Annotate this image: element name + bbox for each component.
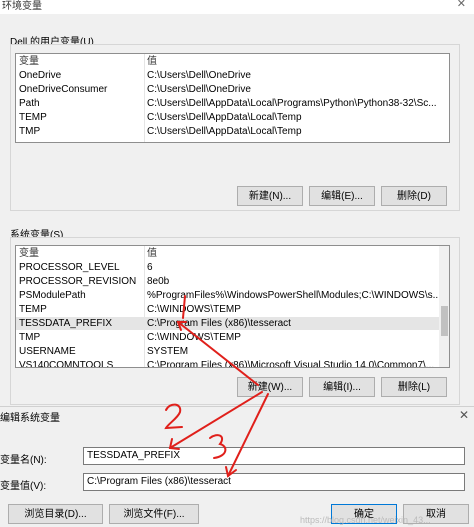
close-icon[interactable]: ✕ xyxy=(457,0,466,10)
table-row[interactable]: PSModulePath %ProgramFiles%\WindowsPower… xyxy=(16,289,441,302)
header-name[interactable]: 变量 xyxy=(19,247,144,260)
table-row[interactable]: PROCESSOR_REVISION 8e0b xyxy=(16,275,439,288)
row-value: 8e0b xyxy=(147,276,170,287)
row-name: PSModulePath xyxy=(19,290,86,301)
row-value: C:\Program Files (x86)\Microsoft Visual … xyxy=(147,360,435,368)
table-row[interactable]: TEMP C:\WINDOWS\TEMP xyxy=(16,303,439,316)
variable-value-label: 变量值(V): xyxy=(0,481,47,492)
table-row[interactable]: PROCESSOR_LEVEL 6 xyxy=(16,261,439,274)
variable-name-label: 变量名(N): xyxy=(0,455,47,466)
scrollbar-thumb[interactable] xyxy=(441,306,448,336)
row-name: Path xyxy=(19,98,40,109)
row-name: TESSDATA_PREFIX xyxy=(19,318,112,329)
row-value: C:\Users\Dell\OneDrive xyxy=(147,70,251,81)
user-delete-button[interactable]: 删除(D) xyxy=(381,186,447,206)
row-name: OneDrive xyxy=(19,70,62,81)
table-row[interactable]: VS140COMNTOOLS C:\Program Files (x86)\Mi… xyxy=(16,359,439,368)
header-value[interactable]: 值 xyxy=(147,55,447,68)
edit-variable-dialog: 编辑系统变量 ✕ 变量名(N): TESSDATA_PREFIX 变量值(V):… xyxy=(0,406,474,527)
row-name: TEMP xyxy=(19,112,47,123)
header-name[interactable]: 变量 xyxy=(19,55,144,68)
system-delete-button[interactable]: 删除(L) xyxy=(381,377,447,397)
row-value: C:\Users\Dell\OneDrive xyxy=(147,84,251,95)
row-name: TMP xyxy=(19,332,41,343)
browse-file-button[interactable]: 浏览文件(F)... xyxy=(109,504,199,524)
row-value: SYSTEM xyxy=(147,346,189,357)
row-name: USERNAME xyxy=(19,346,76,357)
row-name: TEMP xyxy=(19,304,47,315)
system-variables-list[interactable]: 变量 值 PROCESSOR_LEVEL 6 PROCESSOR_REVISIO… xyxy=(15,245,450,368)
watermark: https://blog.csdn.net/weixin_43... xyxy=(300,515,431,525)
table-row[interactable]: Path C:\Users\Dell\AppData\Local\Program… xyxy=(16,97,449,110)
window-title: 环境变量 xyxy=(2,1,42,12)
system-edit-button[interactable]: 编辑(I)... xyxy=(309,377,375,397)
dialog-title: 编辑系统变量 xyxy=(0,413,60,424)
window-titlebar: 环境变量 ✕ xyxy=(0,0,474,14)
list-header: 变量 值 xyxy=(16,55,449,68)
user-new-button[interactable]: 新建(N)... xyxy=(237,186,303,206)
variable-name-input[interactable]: TESSDATA_PREFIX xyxy=(83,447,465,465)
list-header: 变量 值 xyxy=(16,247,439,260)
table-row-selected[interactable]: TESSDATA_PREFIX C:\Program Files (x86)\t… xyxy=(16,317,439,330)
row-value: 6 xyxy=(147,262,153,273)
vertical-scrollbar[interactable] xyxy=(439,246,449,367)
row-name: PROCESSOR_REVISION xyxy=(19,276,137,287)
row-value: %ProgramFiles%\WindowsPowerShell\Modules… xyxy=(147,290,441,301)
row-value: C:\Users\Dell\AppData\Local\Temp xyxy=(147,126,302,137)
row-value: C:\Users\Dell\AppData\Local\Programs\Pyt… xyxy=(147,98,437,109)
row-value: C:\WINDOWS\TEMP xyxy=(147,304,241,315)
system-new-button[interactable]: 新建(W)... xyxy=(237,377,303,397)
variable-value-input[interactable]: C:\Program Files (x86)\tesseract xyxy=(83,473,465,491)
user-variables-list[interactable]: 变量 值 OneDrive C:\Users\Dell\OneDrive One… xyxy=(15,53,450,143)
row-value: C:\Program Files (x86)\tesseract xyxy=(147,318,291,329)
table-row[interactable]: TEMP C:\Users\Dell\AppData\Local\Temp xyxy=(16,111,449,124)
table-row[interactable]: OneDrive C:\Users\Dell\OneDrive xyxy=(16,69,449,82)
table-row[interactable]: USERNAME SYSTEM xyxy=(16,345,439,358)
row-name: PROCESSOR_LEVEL xyxy=(19,262,120,273)
row-name: VS140COMNTOOLS xyxy=(19,360,114,368)
table-row[interactable]: TMP C:\WINDOWS\TEMP xyxy=(16,331,439,344)
close-icon[interactable]: ✕ xyxy=(459,408,469,422)
user-edit-button[interactable]: 编辑(E)... xyxy=(309,186,375,206)
table-row[interactable]: TMP C:\Users\Dell\AppData\Local\Temp xyxy=(16,125,449,138)
row-value: C:\Users\Dell\AppData\Local\Temp xyxy=(147,112,302,123)
header-value[interactable]: 值 xyxy=(147,247,447,260)
row-value: C:\WINDOWS\TEMP xyxy=(147,332,241,343)
browse-directory-button[interactable]: 浏览目录(D)... xyxy=(8,504,103,524)
table-row[interactable]: OneDriveConsumer C:\Users\Dell\OneDrive xyxy=(16,83,449,96)
row-name: OneDriveConsumer xyxy=(19,84,108,95)
row-name: TMP xyxy=(19,126,41,137)
